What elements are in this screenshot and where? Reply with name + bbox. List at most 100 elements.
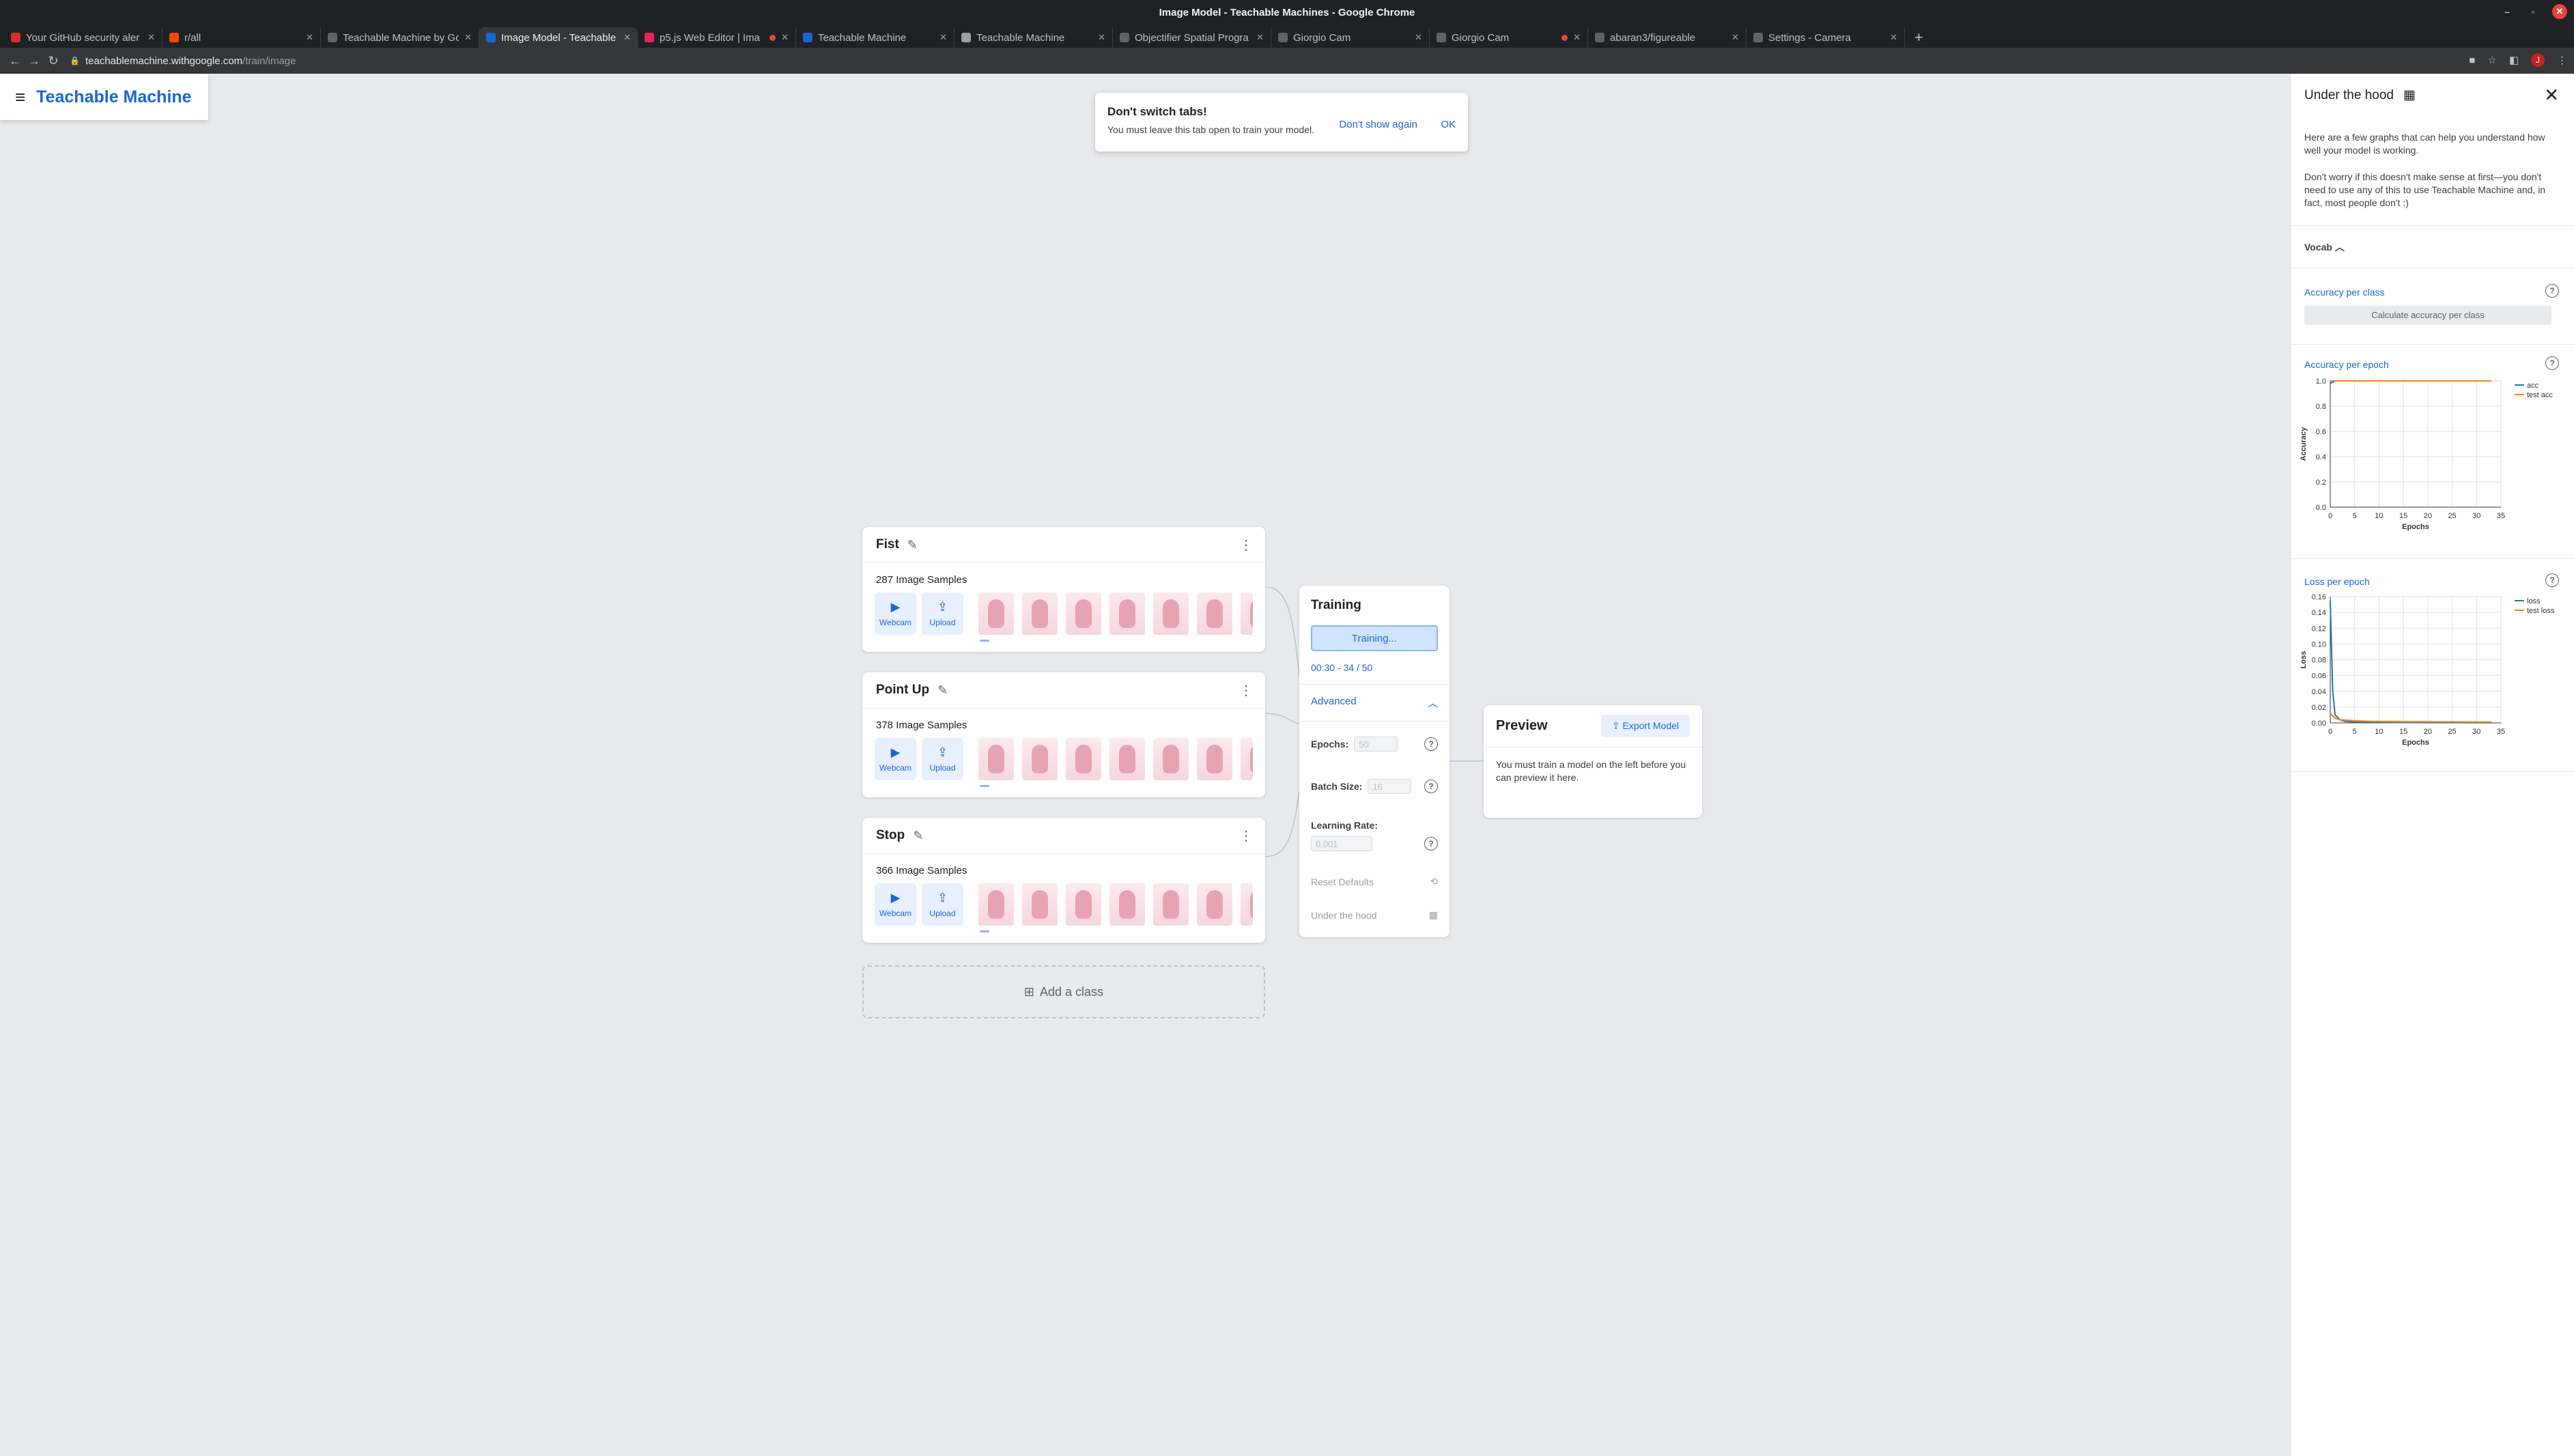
accuracy-per-epoch-chart: 0 5 10 15 20 25 30 35 0.0 0.2 0.4 0.6 0.8 1.0 Epochs Ac… [2300, 377, 2553, 531]
close-window-icon[interactable]: ✕ [2552, 4, 2567, 19]
close-tab-icon[interactable]: ✕ [147, 32, 155, 43]
upload-button[interactable]: ⇪ Upload [922, 883, 963, 926]
thumbnail-scroll-indicator[interactable] [980, 930, 989, 932]
edit-pencil-icon[interactable]: ✎ [907, 538, 918, 552]
sample-thumbnail [1109, 738, 1145, 780]
favicon-icon [1595, 33, 1604, 42]
address-bar[interactable]: 🔒 teachablemachine.withgoogle.com/train/… [70, 55, 296, 67]
star-icon[interactable]: ☆ [2487, 54, 2496, 66]
training-button[interactable]: Training... [1311, 625, 1438, 651]
advanced-toggle[interactable]: Advanced ︿ [1299, 685, 1449, 722]
browser-menu-icon[interactable]: ⋮ [2557, 54, 2567, 66]
help-icon[interactable]: ? [2545, 573, 2559, 587]
epochs-param: Epochs: 50 ? [1299, 737, 1449, 752]
close-tab-icon[interactable]: ✕ [1573, 32, 1581, 43]
tab-title: r/all [184, 31, 201, 44]
class-name[interactable]: Point Up [876, 683, 929, 698]
y-tick-label: 0.2 [2316, 479, 2326, 487]
x-tick-label: 0 [2328, 512, 2332, 520]
minimize-icon[interactable]: – [2500, 6, 2514, 17]
favicon-icon [1120, 33, 1129, 42]
x-tick-label: 5 [2353, 728, 2357, 736]
thumbnail-scroll-indicator[interactable] [980, 785, 989, 787]
close-tab-icon[interactable]: ✕ [464, 32, 472, 43]
camera-icon[interactable]: ■ [2469, 55, 2475, 66]
hamburger-menu-icon[interactable]: ≡ [15, 87, 25, 108]
sample-row: ▶ Webcam ⇪ Upload [862, 593, 1265, 642]
reset-defaults-button[interactable]: Reset Defaults ⟲ [1299, 876, 1449, 887]
help-icon[interactable]: ? [1424, 737, 1438, 751]
browser-tab[interactable]: abaran3/figureable ✕ [1588, 27, 1746, 48]
learning-rate-field[interactable]: 0.001 [1311, 836, 1372, 851]
browser-tab[interactable]: p5.js Web Editor | Ima ✕ [638, 27, 796, 48]
loss-per-epoch-title: Loss per epoch [2304, 576, 2370, 587]
class-options-icon[interactable]: ⋮ [1239, 537, 1253, 554]
close-tab-icon[interactable]: ✕ [306, 32, 313, 43]
y-tick-label: 0.08 [2312, 657, 2326, 665]
ok-button[interactable]: OK [1441, 119, 1456, 130]
browser-tab[interactable]: Settings - Camera ✕ [1746, 27, 1905, 48]
close-tab-icon[interactable]: ✕ [939, 32, 947, 43]
forward-icon[interactable]: → [25, 54, 44, 68]
help-icon[interactable]: ? [1424, 837, 1438, 851]
webcam-button[interactable]: ▶ Webcam [875, 593, 916, 635]
close-icon[interactable]: ✕ [2544, 85, 2559, 106]
browser-tab[interactable]: Your GitHub security aler ✕ [4, 27, 162, 48]
edit-pencil-icon[interactable]: ✎ [913, 829, 923, 843]
close-tab-icon[interactable]: ✕ [781, 32, 789, 43]
webcam-button[interactable]: ▶ Webcam [875, 883, 916, 926]
close-tab-icon[interactable]: ✕ [1890, 32, 1897, 43]
batch-size-field[interactable]: 16 [1368, 779, 1412, 794]
reload-icon[interactable]: ↻ [44, 54, 63, 68]
browser-tab[interactable]: Objectifier Spatial Progra ✕ [1113, 27, 1271, 48]
snackbar-title: Don't switch tabs! [1107, 105, 1207, 118]
tab-title: Objectifier Spatial Progra [1135, 31, 1249, 44]
browser-tab[interactable]: Teachable Machine ✕ [796, 27, 954, 48]
add-class-label: Add a class [1040, 984, 1104, 999]
sample-thumbnail [1022, 593, 1058, 635]
panel-title-text: Under the hood [2304, 87, 2394, 102]
edit-pencil-icon[interactable]: ✎ [937, 683, 948, 698]
webcam-button[interactable]: ▶ Webcam [875, 738, 916, 780]
browser-tab[interactable]: Giorgio Cam ✕ [1430, 27, 1588, 48]
browser-tab[interactable]: Image Model - Teachable ✕ [479, 27, 638, 48]
back-icon[interactable]: ← [5, 54, 25, 68]
close-tab-icon[interactable]: ✕ [1731, 32, 1739, 43]
y-tick-label: 0.14 [2312, 609, 2326, 617]
browser-tab[interactable]: Giorgio Cam ✕ [1271, 27, 1430, 48]
vocab-toggle[interactable]: Vocab ︿ [2304, 240, 2345, 254]
class-options-icon[interactable]: ⋮ [1239, 827, 1253, 844]
accuracy-per-epoch-title: Accuracy per epoch [2304, 359, 2389, 370]
help-icon[interactable]: ? [2545, 356, 2559, 370]
extension-icon[interactable]: ◧ [2509, 54, 2519, 66]
class-name[interactable]: Stop [876, 828, 905, 843]
profile-avatar[interactable]: J [2531, 53, 2545, 67]
browser-tab[interactable]: Teachable Machine by Go ✕ [321, 27, 479, 48]
under-the-hood-button[interactable]: Under the hood ▦ [1299, 909, 1449, 921]
sample-thumbnail [1153, 593, 1189, 635]
help-icon[interactable]: ? [2545, 284, 2559, 298]
upload-button[interactable]: ⇪ Upload [922, 593, 963, 635]
calculate-accuracy-button[interactable]: Calculate accuracy per class [2304, 306, 2551, 325]
add-class-button[interactable]: ⊞ Add a class [862, 965, 1265, 1018]
new-tab-icon[interactable]: + [1905, 27, 1933, 48]
y-tick-label: 0.4 [2316, 453, 2326, 461]
close-tab-icon[interactable]: ✕ [1098, 32, 1105, 43]
epochs-field[interactable]: 50 [1354, 737, 1398, 752]
browser-tab[interactable]: Teachable Machine ✕ [954, 27, 1113, 48]
favicon-icon [803, 33, 812, 42]
thumbnail-scroll-indicator[interactable] [980, 640, 989, 642]
close-tab-icon[interactable]: ✕ [1415, 32, 1422, 43]
dont-show-again-button[interactable]: Don't show again [1339, 119, 1417, 130]
maximize-icon[interactable]: ▫ [2526, 6, 2540, 17]
export-model-button[interactable]: ⇪ Export Model [1600, 715, 1690, 737]
app-brand[interactable]: Teachable Machine [36, 87, 191, 107]
close-tab-icon[interactable]: ✕ [623, 32, 631, 43]
close-tab-icon[interactable]: ✕ [1256, 32, 1264, 43]
help-icon[interactable]: ? [1424, 780, 1438, 793]
class-options-icon[interactable]: ⋮ [1239, 682, 1253, 699]
sample-thumbnail [1109, 593, 1145, 635]
upload-button[interactable]: ⇪ Upload [922, 738, 963, 780]
class-name[interactable]: Fist [876, 537, 899, 552]
browser-tab[interactable]: r/all ✕ [162, 27, 321, 48]
